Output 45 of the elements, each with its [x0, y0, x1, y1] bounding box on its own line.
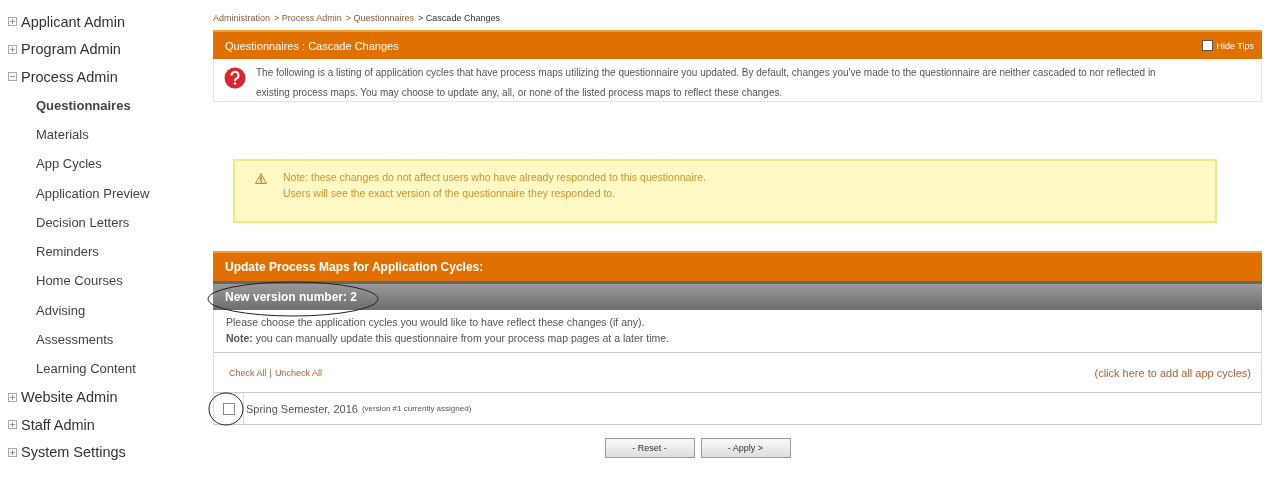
- link-separator: |: [269, 367, 272, 378]
- tip-text: The following is a listing of application cycles that have process maps utilizing the questionnaire you updated. By default, changes you've made to the questionnaire are neither cascaded to nor reflected in existing process maps. You may choose to update any, all, or none of the listed process maps to reflect these changes.: [256, 66, 1157, 100]
- cycle-name: Spring Semester, 2016: [246, 402, 358, 415]
- sidebar-subitem[interactable]: Home Courses: [8, 266, 210, 296]
- panel-title: Questionnaires : Cascade Changes: [225, 39, 399, 52]
- note-text: Note: these changes do not affect users who have already responded to this questionnaire.: [283, 171, 706, 183]
- sidebar-subitem[interactable]: Learning Content: [8, 354, 210, 384]
- check-all-link[interactable]: Check All: [229, 367, 267, 378]
- instruction-text: Note: you can manually update this questionnaire from your process map pages at a later time.: [226, 332, 670, 344]
- breadcrumb-link[interactable]: > Cascade Changes: [418, 13, 500, 23]
- help-icon: [224, 67, 246, 89]
- expand-icon[interactable]: [8, 447, 17, 457]
- warning-icon: [255, 173, 267, 184]
- sidebar-item[interactable]: Applicant Admin: [8, 8, 210, 36]
- cycle-detail: (version #1 currently assigned): [361, 404, 472, 413]
- breadcrumb-link[interactable]: Administration: [213, 13, 271, 23]
- expand-icon[interactable]: [8, 420, 17, 430]
- sidebar-subitem[interactable]: Materials: [8, 119, 210, 150]
- sidebar-subitem[interactable]: Advising: [8, 295, 210, 325]
- section-title: Update Process Maps for Application Cycles:: [225, 260, 484, 274]
- add-all-cycles-link[interactable]: (click here to add all app cycles): [1094, 366, 1251, 379]
- version-text: New version number: 2: [225, 290, 358, 304]
- sidebar-subitem[interactable]: App Cycles: [8, 149, 210, 179]
- sidebar-item[interactable]: Program Admin: [8, 35, 210, 63]
- sidebar-item[interactable]: System Settings: [8, 438, 210, 466]
- sidebar-subitem[interactable]: Assessments: [8, 324, 210, 355]
- instruction-text: Please choose the application cycles you would like to have reflect these changes (if any).: [226, 316, 646, 328]
- sidebar-subitem[interactable]: Decision Letters: [8, 207, 210, 237]
- sidebar-item[interactable]: Process Admin: [8, 63, 210, 91]
- breadcrumb-link[interactable]: > Process Admin: [274, 13, 342, 23]
- breadcrumb-link[interactable]: > Questionnaires: [345, 13, 415, 23]
- sidebar-subitem[interactable]: Application Preview: [8, 178, 210, 208]
- sidebar-item[interactable]: Website Admin: [8, 383, 210, 411]
- sidebar-subitem[interactable]: Questionnaires: [8, 90, 210, 120]
- cycle-checkbox[interactable]: [222, 402, 235, 415]
- sidebar-subitem[interactable]: Reminders: [8, 237, 210, 267]
- expand-icon[interactable]: [8, 17, 17, 27]
- expand-icon[interactable]: [8, 392, 17, 402]
- uncheck-all-link[interactable]: Uncheck All: [274, 367, 322, 378]
- reset-button[interactable]: - Reset -: [604, 438, 695, 458]
- apply-button[interactable]: - Apply >: [700, 438, 791, 458]
- expand-icon[interactable]: [8, 44, 17, 54]
- collapse-icon[interactable]: [8, 72, 17, 82]
- sidebar-item[interactable]: Staff Admin: [8, 410, 210, 439]
- note-text: Users will see the exact version of the questionnaire they responded to.: [283, 187, 617, 199]
